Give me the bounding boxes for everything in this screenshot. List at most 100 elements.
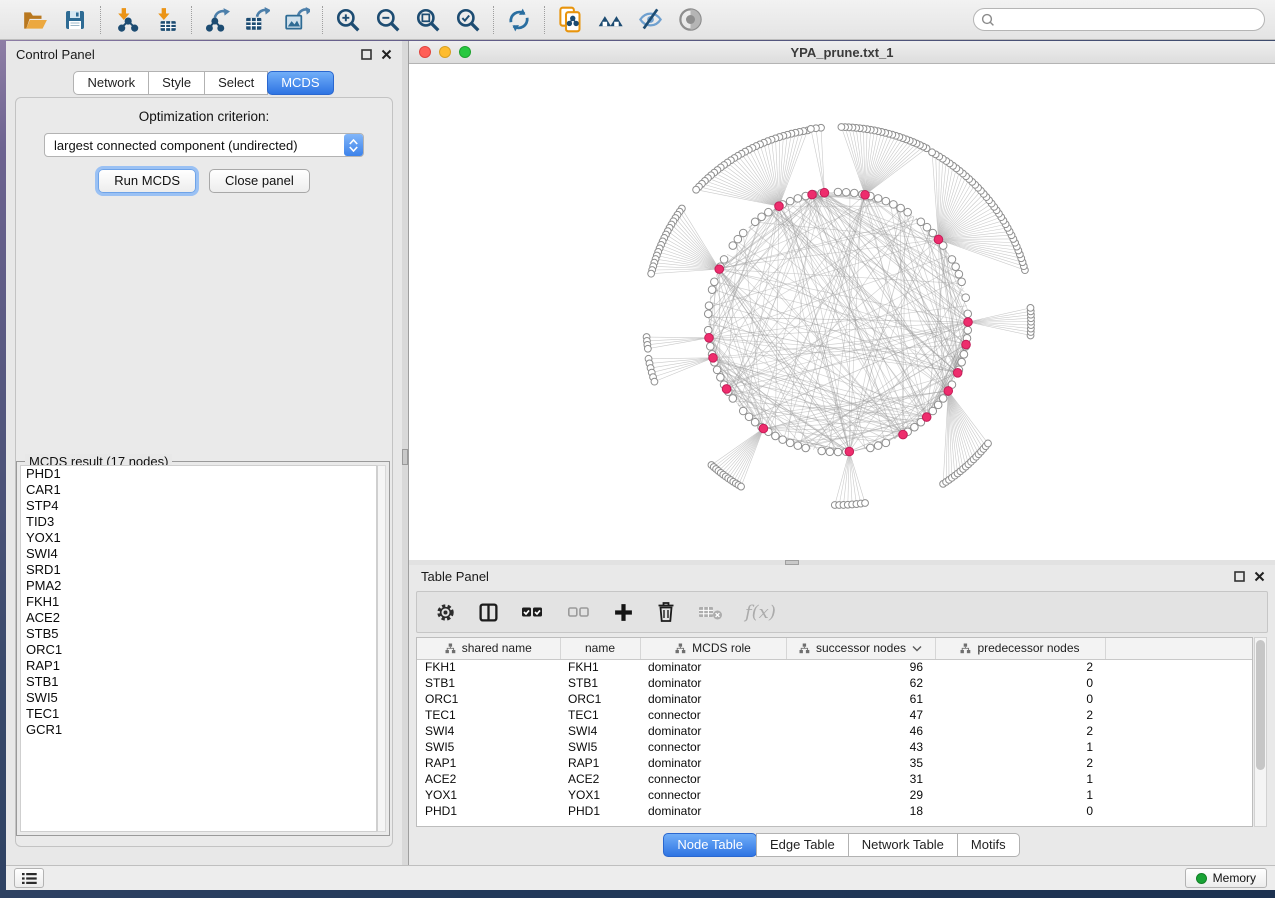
tab-motifs[interactable]: Motifs: [957, 833, 1020, 857]
mcds-result-item[interactable]: STB5: [21, 626, 376, 642]
dropdown-stepper-icon: [344, 134, 363, 156]
tab-node-table[interactable]: Node Table: [663, 833, 757, 857]
table-row[interactable]: SWI5SWI5connector431: [417, 739, 1252, 755]
table-scrollbar-thumb[interactable]: [1256, 640, 1265, 770]
delete-table-icon-disabled: [698, 603, 723, 621]
table-row[interactable]: ACE2ACE2connector311: [417, 771, 1252, 787]
mcds-result-item[interactable]: STB1: [21, 674, 376, 690]
criterion-dropdown-value: largest connected component (undirected): [45, 138, 344, 153]
mcds-result-item[interactable]: GCR1: [21, 722, 376, 738]
close-panel-icon[interactable]: [381, 49, 392, 60]
table-row[interactable]: RAP1RAP1dominator352: [417, 755, 1252, 771]
export-table-icon[interactable]: [242, 5, 272, 35]
table-panel: Table Panel f(x): [409, 565, 1275, 865]
node-table-body: FKH1FKH1dominator962STB1STB1dominator620…: [417, 659, 1252, 819]
float-panel-icon[interactable]: [361, 49, 372, 60]
show-column-panel-icon[interactable]: [478, 602, 499, 623]
table-panel-title: Table Panel: [409, 569, 489, 584]
table-panel-tabs: Node Table Edge Table Network Table Moti…: [409, 833, 1275, 857]
float-table-panel-icon[interactable]: [1234, 571, 1245, 582]
zoom-selected-icon[interactable]: [453, 5, 483, 35]
tab-network-table[interactable]: Network Table: [848, 833, 958, 857]
run-mcds-button[interactable]: Run MCDS: [98, 169, 196, 193]
mcds-result-item[interactable]: RAP1: [21, 658, 376, 674]
search-icon: [981, 13, 995, 27]
network-window-titlebar[interactable]: YPA_prune.txt_1: [409, 41, 1275, 64]
save-session-icon[interactable]: [60, 5, 90, 35]
table-settings-gear-icon[interactable]: [435, 602, 456, 623]
tab-mcds[interactable]: MCDS: [267, 71, 333, 95]
table-row[interactable]: TEC1TEC1connector472: [417, 707, 1252, 723]
memory-status-icon: [1196, 873, 1207, 884]
mcds-result-item[interactable]: TID3: [21, 514, 376, 530]
first-neighbors-icon[interactable]: [595, 5, 625, 35]
table-scrollbar[interactable]: [1254, 637, 1267, 827]
table-row[interactable]: SWI4SWI4dominator462: [417, 723, 1252, 739]
tab-network[interactable]: Network: [73, 71, 149, 95]
column-header-mcds-role[interactable]: MCDS role: [640, 638, 786, 659]
open-file-icon[interactable]: [20, 5, 50, 35]
table-toolbar: f(x): [416, 591, 1268, 633]
mcds-result-item[interactable]: CAR1: [21, 482, 376, 498]
list-icon: [22, 872, 37, 885]
table-row[interactable]: STB1STB1dominator620: [417, 675, 1252, 691]
main-toolbar: [0, 0, 1275, 40]
tab-style[interactable]: Style: [148, 71, 205, 95]
table-row[interactable]: ORC1ORC1dominator610: [417, 691, 1252, 707]
deselect-all-icon[interactable]: [567, 602, 591, 622]
table-row[interactable]: PHD1PHD1dominator180: [417, 803, 1252, 819]
select-all-icon[interactable]: [521, 602, 545, 622]
export-image-icon[interactable]: [282, 5, 312, 35]
import-table-icon[interactable]: [151, 5, 181, 35]
import-network-icon[interactable]: [111, 5, 141, 35]
export-network-icon[interactable]: [202, 5, 232, 35]
show-panels-list-button[interactable]: [14, 868, 44, 888]
zoom-in-icon[interactable]: [333, 5, 363, 35]
column-header-shared-name[interactable]: shared name: [417, 638, 560, 659]
mcds-result-item[interactable]: ORC1: [21, 642, 376, 658]
create-column-icon[interactable]: [613, 602, 634, 623]
search-field-wrap: [973, 8, 1265, 31]
column-header-successor-nodes[interactable]: successor nodes: [786, 638, 935, 659]
zoom-fit-icon[interactable]: [413, 5, 443, 35]
close-panel-button[interactable]: Close panel: [209, 169, 310, 193]
network-canvas-area[interactable]: [409, 64, 1275, 560]
memory-label: Memory: [1213, 871, 1256, 885]
function-builder-icon: f(x): [745, 602, 776, 623]
mcds-result-list[interactable]: PHD1CAR1STP4TID3YOX1SWI4SRD1PMA2FKH1ACE2…: [20, 465, 377, 832]
column-header-predecessor-nodes[interactable]: predecessor nodes: [935, 638, 1105, 659]
mcds-result-item[interactable]: PHD1: [21, 466, 376, 482]
table-row[interactable]: FKH1FKH1dominator962: [417, 659, 1252, 675]
mcds-result-item[interactable]: SWI4: [21, 546, 376, 562]
new-network-from-selection-icon[interactable]: [555, 5, 585, 35]
hide-selected-icon[interactable]: [635, 5, 665, 35]
show-all-icon[interactable]: [675, 5, 705, 35]
mcds-result-item[interactable]: ACE2: [21, 610, 376, 626]
mcds-result-item[interactable]: STP4: [21, 498, 376, 514]
mcds-result-scrollbar[interactable]: [377, 465, 386, 832]
refresh-icon[interactable]: [504, 5, 534, 35]
delete-column-trash-icon[interactable]: [656, 601, 676, 623]
mcds-result-item[interactable]: YOX1: [21, 530, 376, 546]
control-panel-header: Control Panel: [6, 41, 402, 67]
tab-select[interactable]: Select: [204, 71, 268, 95]
mcds-result-item[interactable]: FKH1: [21, 594, 376, 610]
mcds-result-item[interactable]: SWI5: [21, 690, 376, 706]
zoom-out-icon[interactable]: [373, 5, 403, 35]
vertical-splitter-handle[interactable]: [402, 449, 408, 465]
memory-button[interactable]: Memory: [1185, 868, 1267, 888]
network-graph[interactable]: [409, 64, 1275, 560]
close-table-panel-icon[interactable]: [1254, 571, 1265, 582]
vertical-splitter[interactable]: [402, 41, 409, 865]
search-input[interactable]: [973, 8, 1265, 31]
mcds-result-item[interactable]: TEC1: [21, 706, 376, 722]
table-row[interactable]: YOX1YOX1connector291: [417, 787, 1252, 803]
criterion-dropdown[interactable]: largest connected component (undirected): [44, 133, 364, 157]
mcds-result-item[interactable]: SRD1: [21, 562, 376, 578]
application-window: Control Panel Network Style Select MCDS …: [0, 0, 1275, 898]
mcds-result-item[interactable]: PMA2: [21, 578, 376, 594]
network-window-title: YPA_prune.txt_1: [409, 45, 1275, 60]
column-header-name[interactable]: name: [560, 638, 640, 659]
sort-chevron-icon[interactable]: [912, 645, 922, 652]
tab-edge-table[interactable]: Edge Table: [756, 833, 849, 857]
